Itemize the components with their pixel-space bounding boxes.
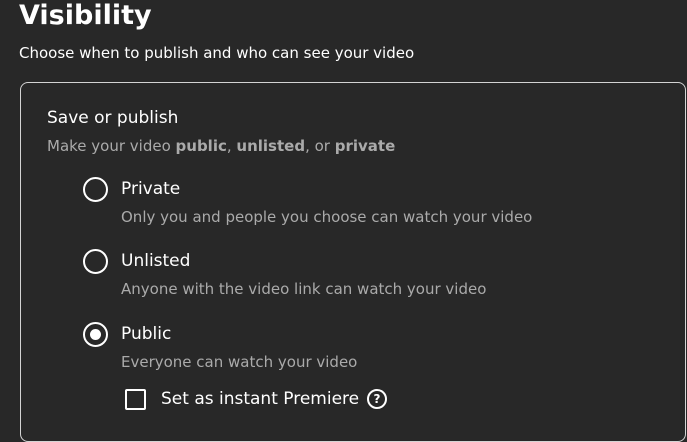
option-private-description: Only you and people you choose can watch… [121,208,533,226]
instant-premiere-checkbox[interactable] [125,389,146,410]
card-title: Save or publish [47,108,179,128]
radio-unlisted[interactable] [83,249,108,274]
desc-prefix: Make your video [47,137,176,155]
option-unlisted-label: Unlisted [121,251,191,271]
radio-selected-dot [90,329,101,340]
desc-unlisted: unlisted [236,137,306,155]
option-private[interactable]: Private Only you and people you choose c… [83,176,643,236]
option-public-label: Public [121,324,172,344]
save-or-publish-card: Save or publish Make your video public, … [20,82,686,442]
option-private-label: Private [121,179,181,199]
radio-private[interactable] [83,177,108,202]
desc-private: private [334,137,396,155]
desc-sep-2: , or [305,137,335,155]
option-public-description: Everyone can watch your video [121,353,358,371]
radio-public[interactable] [83,322,108,347]
desc-sep-1: , [226,137,237,155]
option-public[interactable]: Public Everyone can watch your video [83,321,643,381]
page-subtitle: Choose when to publish and who can see y… [19,44,415,62]
option-unlisted[interactable]: Unlisted Anyone with the video link can … [83,248,643,308]
page-title: Visibility [19,0,152,31]
question-circle-icon[interactable]: ? [367,389,387,409]
card-description: Make your video public, unlisted, or pri… [47,136,395,156]
instant-premiere-option[interactable]: Set as instant Premiere ? [125,387,425,413]
desc-public: public [175,137,227,155]
instant-premiere-label: Set as instant Premiere [161,389,360,409]
option-unlisted-description: Anyone with the video link can watch you… [121,280,487,298]
